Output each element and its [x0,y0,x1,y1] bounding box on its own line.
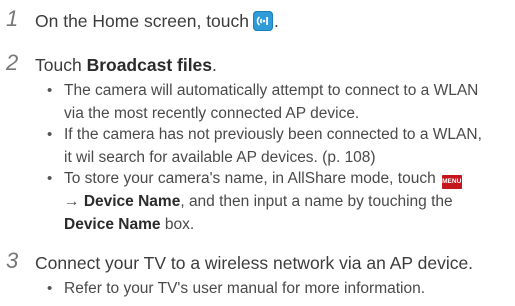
step-number: 1 [6,6,19,31]
bullet-dot: • [47,280,53,297]
manual-page: 1 On the Home screen, touch . 2 Touch Br… [6,6,482,297]
step-number: 3 [6,248,19,273]
step-text: Touch Broadcast files. [35,55,217,75]
device-name-label: Device Name [83,193,181,210]
allshare-app-icon [253,11,273,31]
step-number: 2 [6,50,19,75]
broadcast-files-label: Broadcast files [86,55,213,75]
menu-icon: MENU [441,175,462,189]
bullet-dot: • [47,126,53,143]
step-text: On the Home screen, touch . [35,11,279,31]
step-text: Connect your TV to a wireless network vi… [35,253,474,273]
device-name-box-label: Device Name [64,216,161,233]
bullet-dot: • [47,170,53,187]
bullet-dot: • [47,82,53,99]
